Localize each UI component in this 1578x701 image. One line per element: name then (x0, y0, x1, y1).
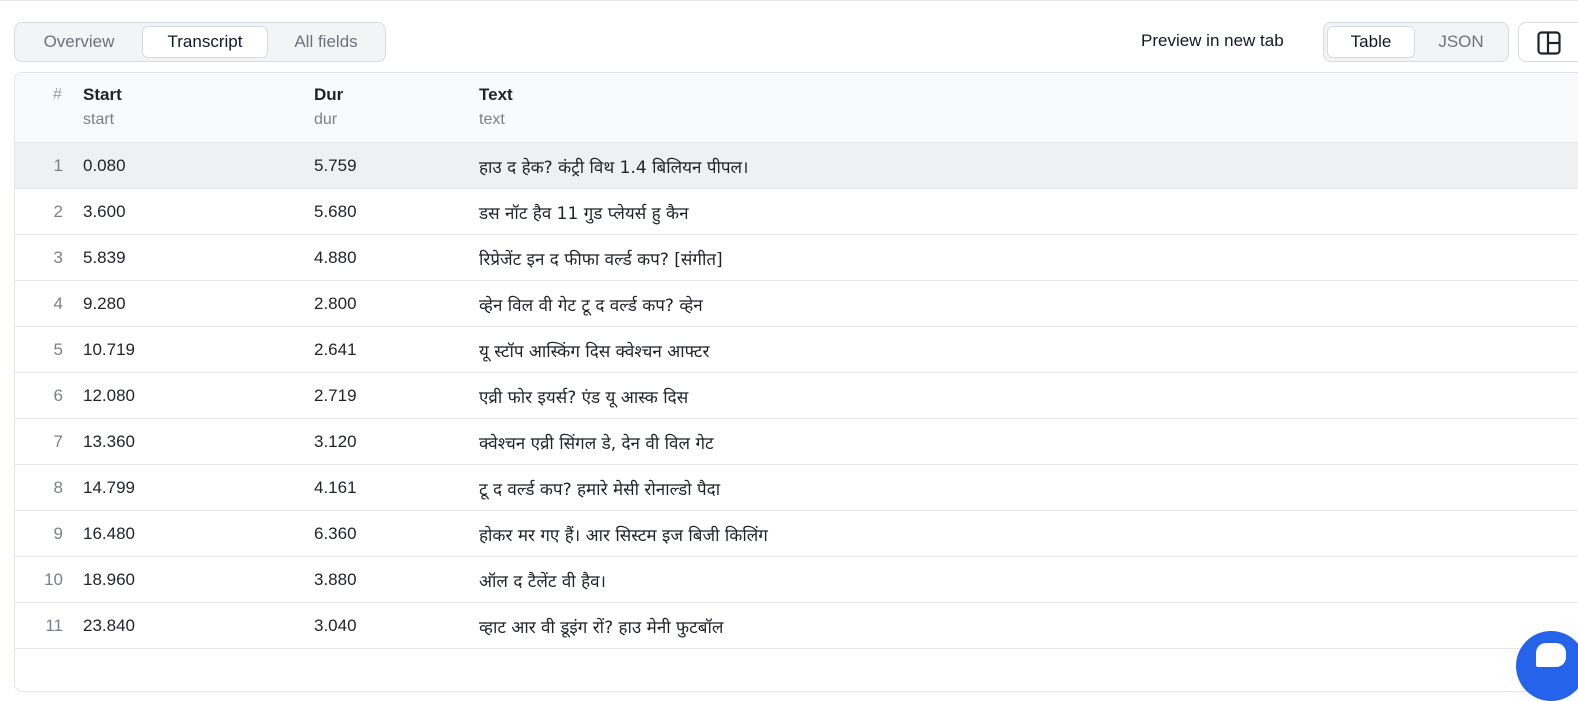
cell-text: व्हाट आर वी डूइंग रों? हाउ मेनी फुटबॉल (479, 618, 724, 638)
top-divider (0, 0, 1578, 1)
cell-text: हाउ द हेक? कंट्री विथ 1.4 बिलियन पीपल। (479, 158, 749, 178)
json-view-button[interactable]: JSON (1417, 26, 1505, 58)
header-dur[interactable]: Dur dur (314, 85, 343, 129)
chat-icon (1536, 643, 1566, 667)
transcript-table: # Start start Dur dur Text text 1 0.080 … (14, 72, 1578, 692)
row-number: 9 (53, 524, 63, 543)
cell-start: 0.080 (83, 156, 126, 175)
cell-dur: 2.641 (314, 340, 357, 359)
cell-text: यू स्टॉप आस्किंग दिस क्वेश्चन आफ्टर (479, 342, 710, 362)
row-number: 11 (45, 616, 63, 635)
tab-transcript[interactable]: Transcript (142, 26, 268, 58)
header-text-key: text (479, 111, 505, 128)
table-row[interactable]: 1 0.080 5.759 हाउ द हेक? कंट्री विथ 1.4 … (15, 143, 1578, 189)
format-toggle: Table JSON (1323, 22, 1509, 62)
cell-start: 16.480 (83, 524, 135, 543)
row-number: 10 (44, 570, 63, 589)
cell-dur: 4.161 (314, 478, 357, 497)
table-row[interactable]: 7 13.360 3.120 क्वेश्चन एव्री सिंगल डे, … (15, 419, 1578, 465)
row-number: 3 (53, 248, 63, 267)
table-row[interactable]: 5 10.719 2.641 यू स्टॉप आस्किंग दिस क्वे… (15, 327, 1578, 373)
cell-dur: 2.800 (314, 294, 357, 313)
cell-start: 5.839 (83, 248, 126, 267)
row-number: 6 (53, 386, 63, 405)
cell-text: ऑल द टैलेंट वी हैव। (479, 572, 606, 592)
cell-dur: 6.360 (314, 524, 357, 543)
cell-start: 9.280 (83, 294, 126, 313)
row-number: 5 (53, 340, 63, 359)
tab-all-fields[interactable]: All fields (270, 26, 382, 58)
cell-text: डस नॉट हैव 11 गुड प्लेयर्स हु कैन (479, 204, 689, 224)
cell-start: 23.840 (83, 616, 135, 635)
cell-text: टू द वर्ल्ड कप? हमारे मेसी रोनाल्डो पैदा (479, 480, 721, 500)
header-dur-key: dur (314, 111, 338, 128)
row-number: 4 (53, 294, 63, 313)
cell-start: 10.719 (83, 340, 135, 359)
table-header: # Start start Dur dur Text text (15, 73, 1578, 143)
cell-text: क्वेश्चन एव्री सिंगल डे, देन वी विल गेट (479, 434, 714, 454)
row-number: 8 (53, 478, 63, 497)
table-row[interactable]: 10 18.960 3.880 ऑल द टैलेंट वी हैव। (15, 557, 1578, 603)
header-start-label: Start (83, 85, 122, 104)
view-tabs: Overview Transcript All fields (14, 22, 386, 62)
table-row[interactable]: 6 12.080 2.719 एव्री फोर इयर्स? एंड यू आ… (15, 373, 1578, 419)
row-number: 7 (53, 432, 63, 451)
header-text[interactable]: Text text (479, 85, 513, 129)
cell-dur: 3.040 (314, 616, 357, 635)
cell-dur: 3.880 (314, 570, 357, 589)
cell-start: 18.960 (83, 570, 135, 589)
cell-text: रिप्रेजेंट इन द फीफा वर्ल्ड कप? [संगीत] (479, 250, 723, 270)
header-dur-label: Dur (314, 85, 344, 104)
cell-dur: 5.680 (314, 202, 357, 221)
cell-start: 14.799 (83, 478, 135, 497)
cell-text: होकर मर गए हैं। आर सिस्टम इज बिजी किलिंग (479, 526, 768, 546)
row-number: 2 (53, 202, 63, 221)
chat-launcher-button[interactable] (1516, 631, 1578, 701)
header-row-number: # (53, 86, 62, 103)
table-row[interactable]: 8 14.799 4.161 टू द वर्ल्ड कप? हमारे मेस… (15, 465, 1578, 511)
header-start[interactable]: Start start (83, 85, 122, 129)
cell-dur: 5.759 (314, 156, 357, 175)
table-row[interactable]: 4 9.280 2.800 व्हेन विल वी गेट टू द वर्ल… (15, 281, 1578, 327)
cell-text: व्हेन विल वी गेट टू द वर्ल्ड कप? व्हेन (479, 296, 703, 316)
table-row[interactable]: 9 16.480 6.360 होकर मर गए हैं। आर सिस्टम… (15, 511, 1578, 557)
cell-dur: 2.719 (314, 386, 357, 405)
cell-start: 13.360 (83, 432, 135, 451)
header-text-label: Text (479, 85, 513, 104)
table-view-button[interactable]: Table (1327, 26, 1415, 58)
layout-toggle-button[interactable] (1518, 22, 1578, 62)
layout-panels-icon (1537, 31, 1561, 55)
preview-in-new-tab-link[interactable]: Preview in new tab (1141, 31, 1284, 51)
table-row[interactable]: 11 23.840 3.040 व्हाट आर वी डूइंग रों? ह… (15, 603, 1578, 649)
header-start-key: start (83, 111, 115, 128)
cell-text: एव्री फोर इयर्स? एंड यू आस्क दिस (479, 388, 689, 408)
cell-start: 3.600 (83, 202, 126, 221)
cell-dur: 3.120 (314, 432, 357, 451)
table-row[interactable]: 2 3.600 5.680 डस नॉट हैव 11 गुड प्लेयर्स… (15, 189, 1578, 235)
cell-dur: 4.880 (314, 248, 357, 267)
row-number: 1 (53, 156, 63, 175)
table-row[interactable]: 3 5.839 4.880 रिप्रेजेंट इन द फीफा वर्ल्… (15, 235, 1578, 281)
cell-start: 12.080 (83, 386, 135, 405)
tab-overview[interactable]: Overview (18, 26, 140, 58)
